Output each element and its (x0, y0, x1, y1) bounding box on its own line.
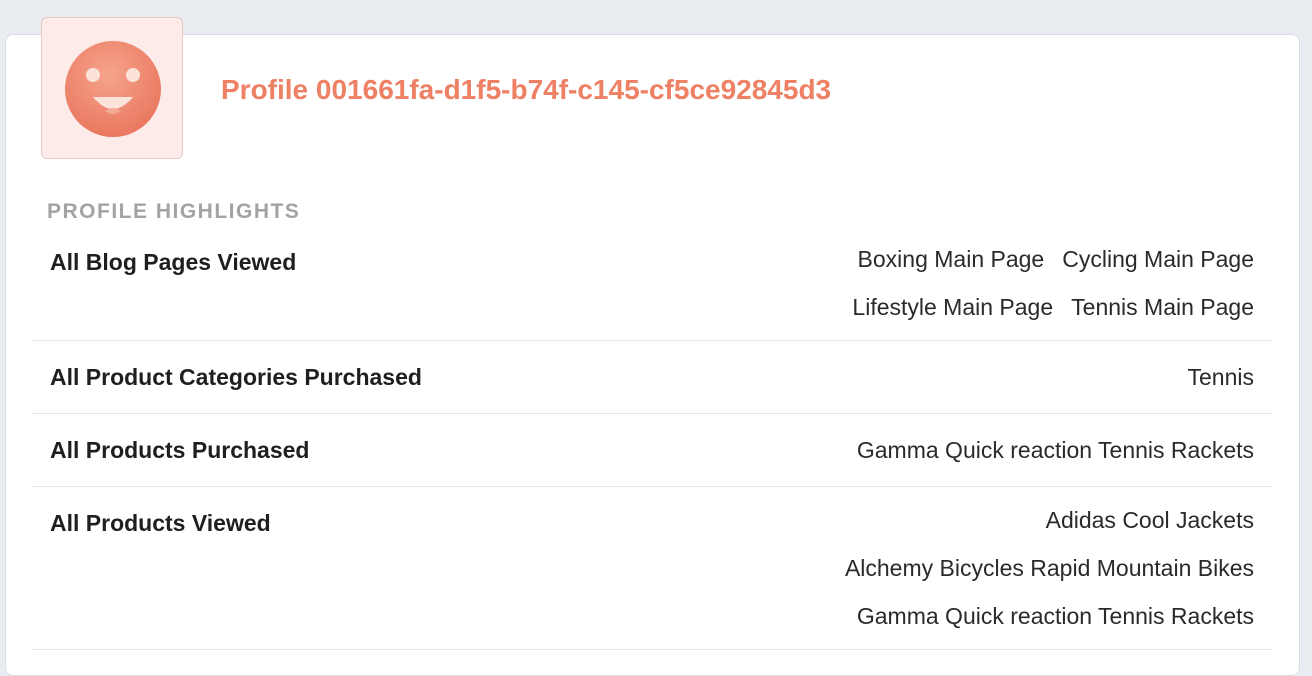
profile-highlights-list: All Blog Pages Viewed Boxing Main Page C… (32, 234, 1272, 650)
highlight-value: Boxing Main Page (857, 246, 1045, 272)
highlight-value: Cycling Main Page (1062, 246, 1254, 272)
highlight-row-products-viewed: All Products Viewed Adidas Cool Jackets … (32, 487, 1272, 650)
highlight-row-products-purchased: All Products Purchased Gamma Quick react… (32, 414, 1272, 487)
profile-highlights-label: PROFILE HIGHLIGHTS (47, 200, 301, 223)
smiley-face-icon (65, 41, 161, 137)
highlight-values: Adidas Cool Jackets Alchemy Bicycles Rap… (845, 506, 1254, 630)
highlight-value: Tennis Main Page (1071, 294, 1254, 320)
highlight-value: Gamma Quick reaction Tennis Rackets (856, 603, 1254, 629)
highlight-value: Alchemy Bicycles Rapid Mountain Bikes (844, 555, 1254, 581)
profile-avatar (41, 17, 183, 159)
highlight-row-blog-pages: All Blog Pages Viewed Boxing Main Page C… (32, 234, 1272, 341)
highlight-value: Gamma Quick reaction Tennis Rackets (856, 437, 1254, 463)
highlight-values: Boxing Main Page Cycling Main Page Lifes… (852, 245, 1254, 321)
highlight-label: All Products Purchased (50, 437, 310, 463)
highlight-label: All Products Viewed (50, 510, 271, 536)
highlight-values: Tennis (1188, 363, 1254, 391)
highlight-label: All Blog Pages Viewed (50, 249, 297, 275)
highlight-value: Tennis (1187, 364, 1254, 390)
highlight-label: All Product Categories Purchased (50, 364, 422, 390)
profile-title: Profile 001661fa-d1f5-b74f-c145-cf5ce928… (221, 74, 832, 105)
highlight-value: Adidas Cool Jackets (1045, 507, 1254, 533)
highlight-value: Lifestyle Main Page (852, 294, 1054, 320)
highlight-row-categories-purchased: All Product Categories Purchased Tennis (32, 341, 1272, 414)
highlight-values: Gamma Quick reaction Tennis Rackets (857, 436, 1254, 464)
